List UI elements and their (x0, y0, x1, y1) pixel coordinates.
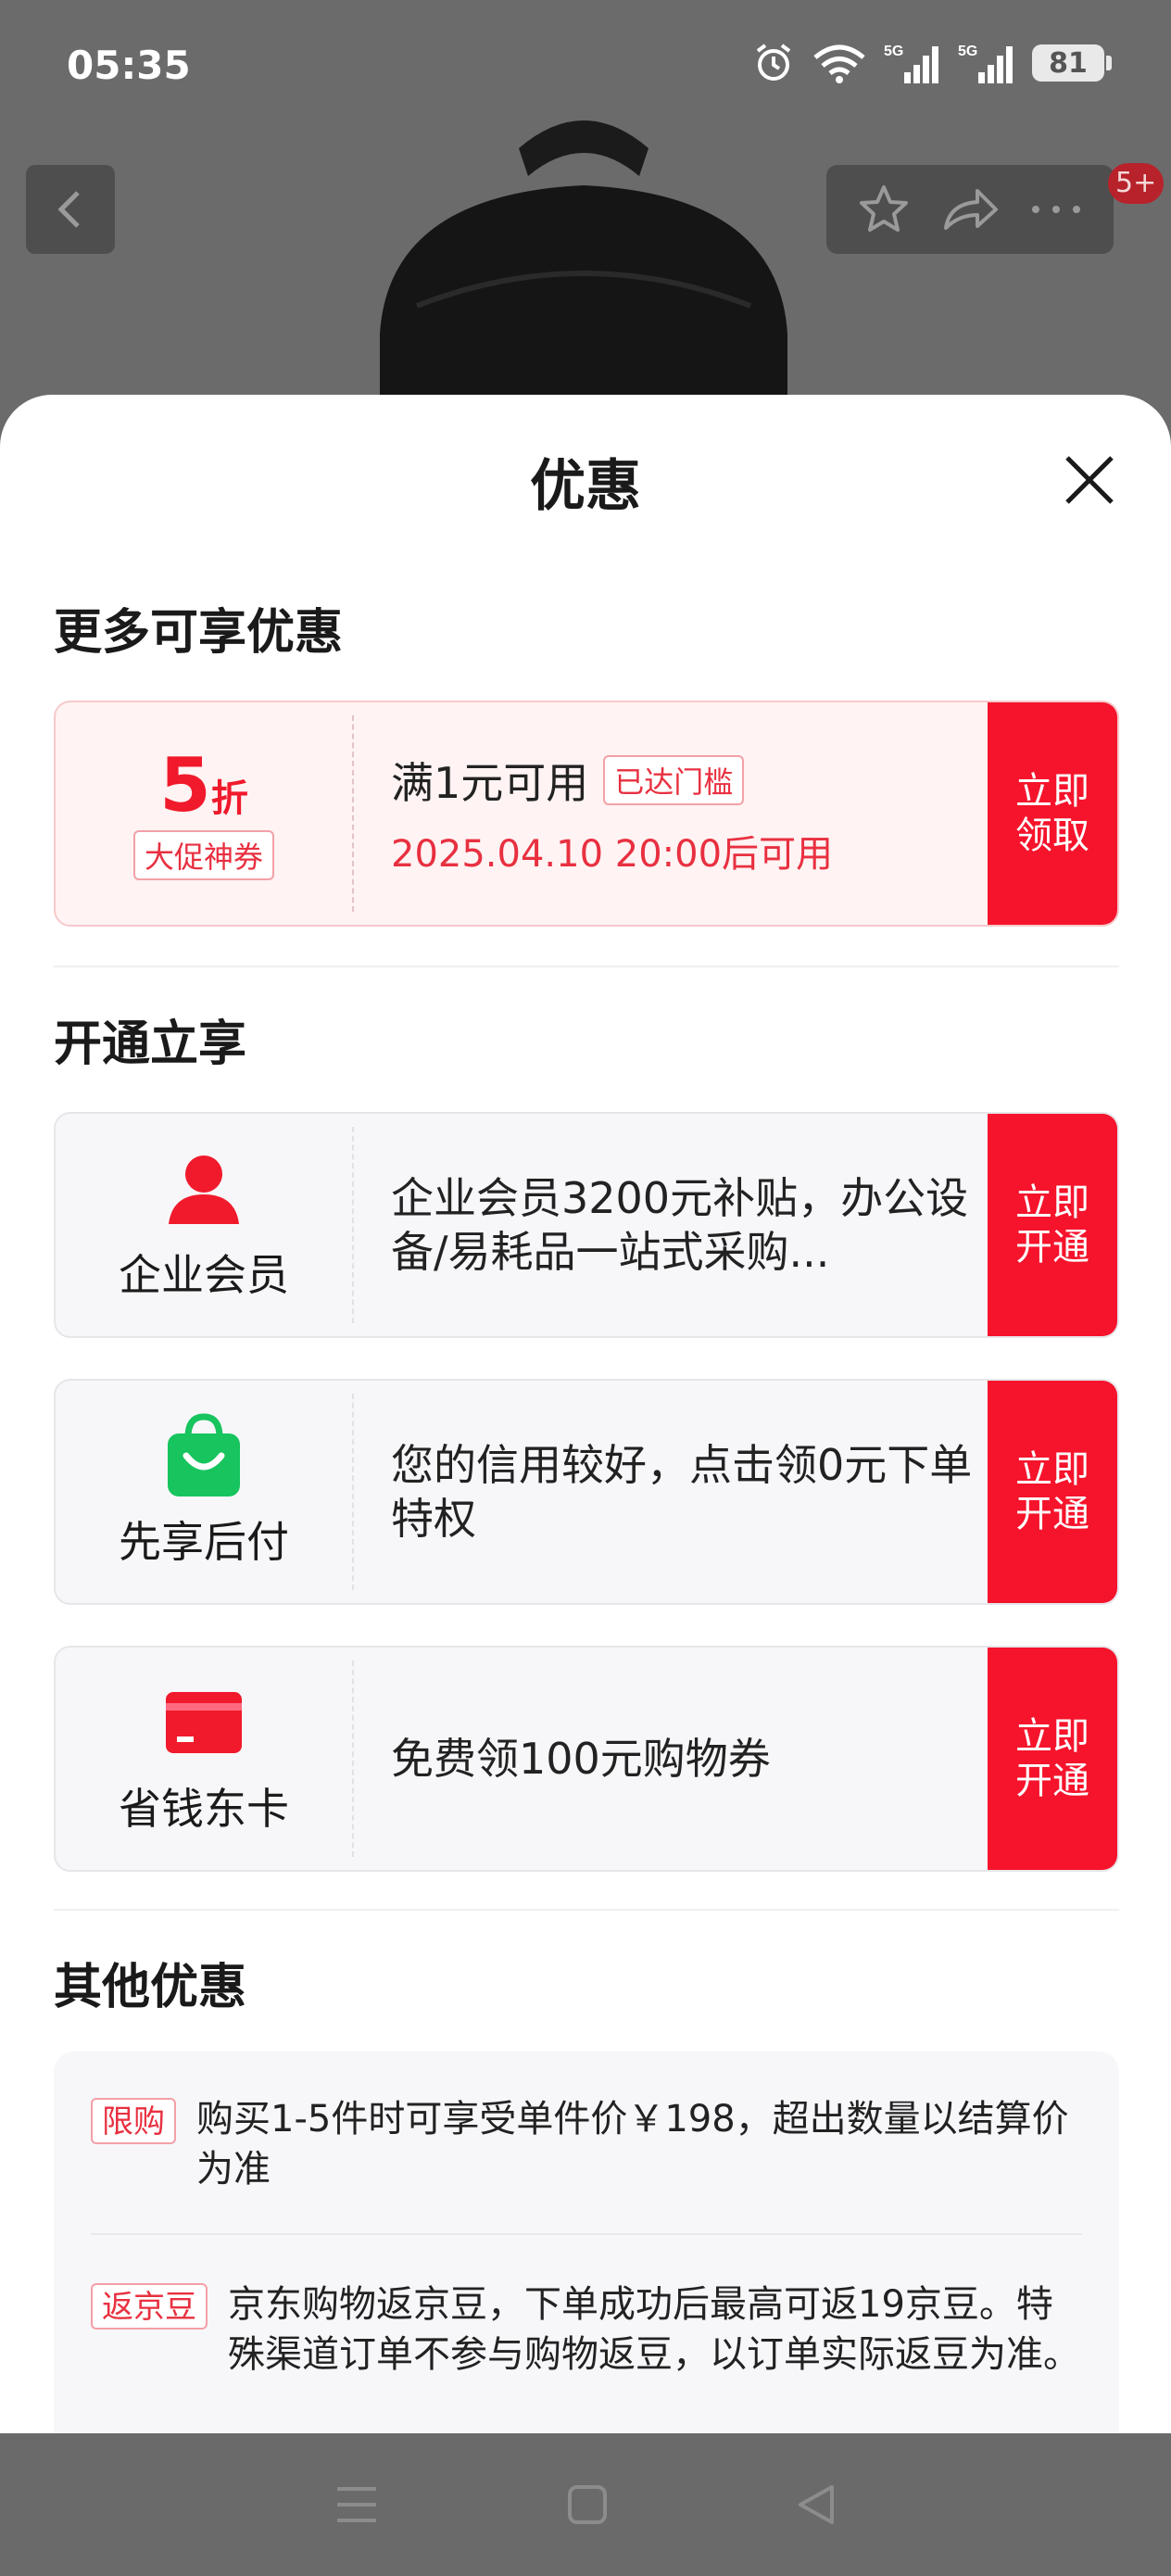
coupon-valid-time: 2025.04.10 20:00后可用 (391, 833, 834, 876)
status-bar: 05:35 5G 5G 81 (0, 0, 1171, 130)
other-promotions-box: 限购 购买1-5件时可享受单件价￥198，超出数量以结算价为准 返京豆 京东购物… (54, 2052, 1119, 2433)
section-title-other: 其他优惠 (54, 1960, 247, 2015)
share-icon[interactable] (940, 182, 1000, 237)
divider (54, 966, 1119, 967)
discount-value: 5 折 (159, 742, 248, 828)
perk-description: 企业会员3200元补贴，办公设备/易耗品一站式采购... (391, 1173, 969, 1277)
card-icon (162, 1681, 246, 1764)
perk-card-enterprise: 企业会员 企业会员3200元补贴，办公设备/易耗品一站式采购... 立即开通 (54, 1112, 1119, 1338)
chevron-left-icon (57, 191, 80, 228)
activate-savings-card-button[interactable]: 立即开通 (988, 1648, 1117, 1870)
perk-card-pay-later: 先享后付 您的信用较好，点击领0元下单特权 立即开通 (54, 1379, 1119, 1605)
person-icon (162, 1147, 246, 1231)
home-icon[interactable] (566, 2483, 609, 2526)
perk-description: 您的信用较好，点击领0元下单特权 (391, 1440, 973, 1544)
divider (352, 1661, 354, 1857)
status-time: 05:35 (67, 43, 191, 88)
jingdou-tag: 返京豆 (91, 2283, 208, 2330)
coupon-discount: 5 折 大促神券 (56, 702, 352, 925)
menu-icon[interactable] (334, 2483, 380, 2526)
message-badge: 5+ (1108, 163, 1165, 204)
close-icon (1065, 456, 1114, 504)
star-icon[interactable] (856, 182, 912, 237)
activate-enterprise-button[interactable]: 立即开通 (988, 1114, 1117, 1336)
svg-text:5G: 5G (958, 44, 977, 59)
status-icons: 5G 5G 81 (752, 41, 1112, 85)
promotions-sheet: 优惠 更多可享优惠 5 折 大促神券 满1元可用 已达门槛 2025.04.10… (0, 395, 1171, 2433)
list-item: 限购 购买1-5件时可享受单件价￥198，超出数量以结算价为准 (91, 2094, 1082, 2194)
divider (91, 2233, 1082, 2235)
top-action-bar (826, 165, 1114, 254)
perk-label: 先享后付 (119, 1517, 289, 1567)
threshold-reached-tag: 已达门槛 (603, 755, 745, 805)
perk-label: 企业会员 (119, 1250, 289, 1300)
alarm-icon (756, 44, 791, 81)
divider (352, 1127, 354, 1323)
signal-5g-icon: 5G (884, 44, 938, 83)
signal-5g-icon: 5G (958, 44, 1013, 83)
wifi-icon (813, 44, 865, 83)
system-nav-bar (0, 2433, 1171, 2576)
claim-coupon-button[interactable]: 立即领取 (988, 702, 1117, 925)
sheet-title: 优惠 (530, 454, 641, 519)
back-triangle-icon[interactable] (795, 2483, 837, 2526)
close-button[interactable] (1056, 447, 1123, 513)
divider (54, 1909, 1119, 1911)
divider (352, 715, 354, 912)
coupon-condition: 满1元可用 (391, 758, 589, 808)
limit-tag: 限购 (91, 2098, 176, 2144)
perk-description: 免费领100元购物券 (391, 1734, 771, 1784)
back-button[interactable] (26, 165, 115, 254)
coupon-info: 满1元可用 已达门槛 2025.04.10 20:00后可用 (391, 702, 984, 925)
divider (352, 1394, 354, 1590)
jingdou-text: 京东购物返京豆，下单成功后最高可返19京豆。特殊渠道订单不参与购物返豆，以订单实… (228, 2283, 1080, 2376)
shopping-bag-icon (162, 1413, 246, 1497)
perk-label: 省钱东卡 (119, 1784, 289, 1834)
svg-text:5G: 5G (884, 44, 903, 59)
coupon-type-tag: 大促神券 (132, 830, 274, 880)
more-icon[interactable] (1028, 200, 1084, 219)
battery-indicator: 81 (1032, 44, 1112, 82)
section-title-open: 开通立享 (54, 1017, 247, 1072)
coupon-card: 5 折 大促神券 满1元可用 已达门槛 2025.04.10 20:00后可用 … (54, 701, 1119, 927)
perk-card-savings: 省钱东卡 免费领100元购物券 立即开通 (54, 1646, 1119, 1872)
list-item: 返京豆 京东购物返京豆，下单成功后最高可返19京豆。特殊渠道订单不参与购物返豆，… (91, 2279, 1082, 2380)
limit-text: 购买1-5件时可享受单件价￥198，超出数量以结算价为准 (196, 2098, 1069, 2191)
activate-pay-later-button[interactable]: 立即开通 (988, 1381, 1117, 1603)
section-title-more: 更多可享优惠 (54, 605, 344, 661)
